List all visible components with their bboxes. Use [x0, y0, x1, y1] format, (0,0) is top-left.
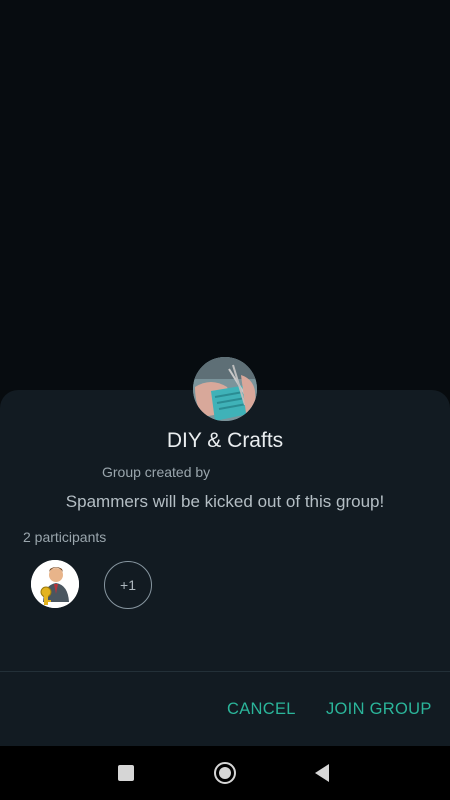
- home-button[interactable]: [213, 761, 237, 785]
- back-triangle-icon: [315, 764, 329, 782]
- system-nav-bar: [0, 746, 450, 800]
- square-icon: [118, 765, 134, 781]
- group-title: DIY & Crafts: [166, 429, 284, 452]
- participants-count: 2 participants: [23, 529, 107, 545]
- back-button[interactable]: [311, 761, 335, 785]
- join-group-button[interactable]: JOIN GROUP: [326, 700, 432, 719]
- recent-apps-button[interactable]: [114, 761, 138, 785]
- group-description: Spammers will be kicked out of this grou…: [65, 492, 385, 511]
- knitting-photo-icon: [193, 357, 257, 421]
- actions-divider: [0, 671, 450, 672]
- cancel-button[interactable]: CANCEL: [227, 700, 296, 719]
- user-key-avatar-icon: [31, 560, 79, 608]
- dimmed-backdrop[interactable]: [0, 0, 450, 390]
- home-circle-icon: [214, 762, 236, 784]
- group-avatar: [193, 357, 257, 421]
- group-created-by: Group created by: [102, 464, 211, 480]
- more-participants-badge[interactable]: +1: [104, 561, 152, 609]
- participant-avatar[interactable]: [31, 560, 79, 608]
